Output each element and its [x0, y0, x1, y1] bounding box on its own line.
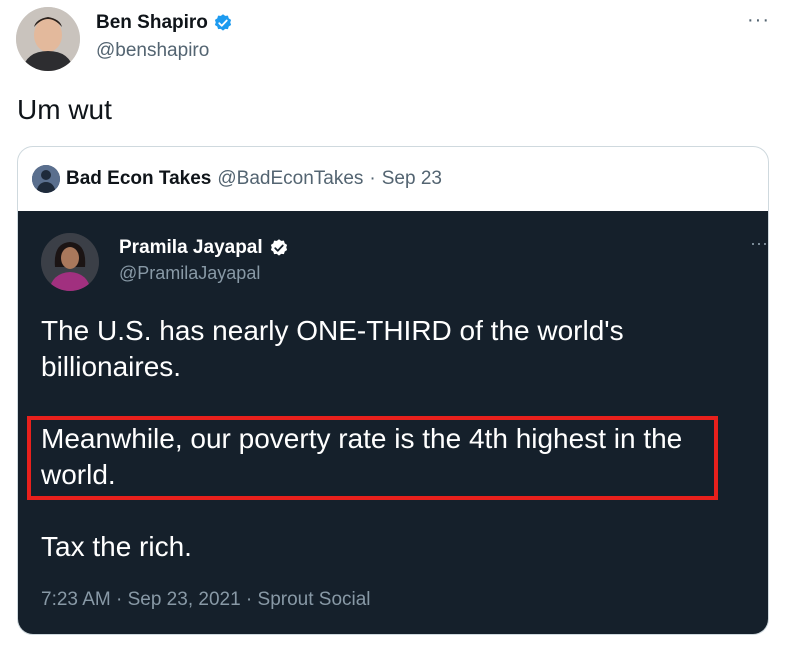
tweet: Ben Shapiro @benshapiro ··· Um wut Bad E… — [0, 0, 794, 658]
embedded-tweet-screenshot: Pramila Jayapal @PramilaJayapal ··· The … — [18, 211, 768, 634]
quoted-profile-photo-icon — [32, 165, 60, 193]
verified-badge-icon — [214, 14, 231, 31]
embedded-avatar — [41, 233, 99, 291]
embedded-handle: @PramilaJayapal — [119, 263, 261, 283]
author-handle[interactable]: @benshapiro — [96, 40, 209, 62]
quoted-handle[interactable]: @BadEconTakes — [217, 168, 363, 190]
embedded-timestamp-footer: 7:23 AM · Sep 23, 2021 · Sprout Social — [41, 589, 371, 610]
tweet-text: Um wut — [17, 94, 112, 125]
author-display-name[interactable]: Ben Shapiro — [96, 12, 208, 34]
embedded-more-icon: ··· — [750, 233, 768, 253]
embedded-name-row: Pramila Jayapal — [119, 237, 289, 259]
embedded-verified-badge-icon — [270, 239, 287, 256]
profile-photo-icon — [16, 7, 80, 71]
embedded-paragraph-3: Tax the rich. — [41, 531, 192, 562]
quoted-separator: · — [369, 168, 376, 189]
quoted-display-name[interactable]: Bad Econ Takes — [66, 168, 211, 190]
embedded-display-name: Pramila Jayapal — [119, 237, 263, 258]
quoted-date[interactable]: Sep 23 — [382, 168, 442, 190]
embedded-paragraph-1: The U.S. has nearly ONE-THIRD of the wor… — [41, 315, 624, 382]
quoted-avatar — [32, 165, 60, 193]
quoted-tweet-card[interactable]: Bad Econ Takes @BadEconTakes · Sep 23 Pr… — [17, 146, 769, 635]
embedded-paragraph-2: Meanwhile, our poverty rate is the 4th h… — [41, 423, 683, 490]
quoted-tweet-header: Bad Econ Takes @BadEconTakes · Sep 23 — [32, 165, 442, 193]
avatar[interactable] — [16, 7, 80, 71]
more-options-icon[interactable]: ··· — [747, 9, 770, 32]
embedded-profile-photo-icon — [41, 233, 99, 291]
author-name-row: Ben Shapiro — [96, 12, 233, 34]
